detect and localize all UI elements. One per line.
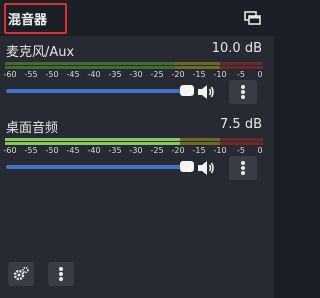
scale-label: -15 [192, 70, 206, 79]
meter-level-fill [5, 142, 181, 145]
meter-yellow-zone [175, 62, 220, 65]
scale-label: -10 [213, 146, 227, 155]
mixer-panel: 麦克风/Aux 10.0 dB -60 -55 -50 -45 -40 -35 … [0, 36, 274, 298]
meter-level-fill [5, 138, 181, 141]
advanced-audio-settings-button[interactable] [8, 262, 34, 286]
scale-label: -35 [108, 146, 122, 155]
scale-label: -45 [66, 146, 80, 155]
scale-label: -5 [237, 70, 245, 79]
meter-track-bottom [5, 66, 263, 69]
scale-label: -45 [66, 70, 80, 79]
meter-yellow-zone [175, 138, 220, 141]
meter-yellow-zone [175, 142, 220, 145]
meter-scale: -60 -55 -50 -45 -40 -35 -30 -25 -20 -15 … [3, 146, 266, 160]
scale-label: -40 [87, 146, 101, 155]
gears-icon [13, 266, 29, 281]
meter-track-top [5, 62, 263, 65]
meter-green-zone [5, 66, 175, 69]
volume-slider-handle[interactable] [180, 161, 194, 172]
more-vertical-icon [59, 267, 63, 281]
scale-label: -60 [3, 146, 17, 155]
scale-label: -10 [213, 70, 227, 79]
channel-db-value: 10.0 dB [211, 41, 262, 56]
channel-db-value: 7.5 dB [220, 117, 262, 132]
channel-menu-button[interactable] [229, 80, 257, 104]
dock-title: 混音器 [8, 13, 48, 28]
meter-red-zone [220, 138, 263, 141]
meter-track-top [5, 138, 263, 141]
meter-red-zone [220, 66, 263, 69]
scale-label: -35 [108, 70, 122, 79]
speaker-icon[interactable] [197, 84, 215, 100]
mixer-menu-button[interactable] [48, 262, 74, 286]
scale-label: -50 [45, 70, 59, 79]
scale-label: -20 [171, 146, 185, 155]
more-vertical-icon [241, 161, 245, 175]
volume-slider[interactable] [6, 85, 194, 96]
meter-red-zone [220, 142, 263, 145]
scale-label: -50 [45, 146, 59, 155]
meter-scale: -60 -55 -50 -45 -40 -35 -30 -25 -20 -15 … [3, 70, 266, 84]
dock-title-bar: 混音器 [0, 0, 274, 36]
meter-yellow-zone [175, 66, 220, 69]
scale-label: -30 [129, 146, 143, 155]
scale-label: -25 [150, 70, 164, 79]
volume-slider[interactable] [6, 161, 194, 172]
scale-label: 0 [257, 146, 263, 155]
scale-label: -25 [150, 146, 164, 155]
undock-window-icon[interactable] [244, 11, 261, 25]
scale-label: -60 [3, 70, 17, 79]
scale-label: -55 [24, 146, 38, 155]
volume-slider-rail [6, 89, 194, 93]
meter-green-zone [5, 62, 175, 65]
meter-red-zone [220, 62, 263, 65]
scale-label: -55 [24, 70, 38, 79]
more-vertical-icon [241, 85, 245, 99]
channel-menu-button[interactable] [229, 156, 257, 180]
channel-name: 麦克风/Aux [6, 45, 75, 60]
scale-label: -40 [87, 70, 101, 79]
channel-name: 桌面音频 [6, 121, 59, 136]
mixer-channel-desktop: 桌面音频 7.5 dB -60 -55 -50 -45 -40 -35 -30 … [0, 112, 274, 202]
meter-track-bottom [5, 142, 263, 145]
scale-label: -5 [237, 146, 245, 155]
speaker-icon[interactable] [197, 160, 215, 176]
volume-slider-rail [6, 165, 194, 169]
scale-label: 0 [257, 70, 263, 79]
scale-label: -20 [171, 70, 185, 79]
scale-label: -15 [192, 146, 206, 155]
volume-slider-handle[interactable] [180, 85, 194, 96]
scale-label: -30 [129, 70, 143, 79]
